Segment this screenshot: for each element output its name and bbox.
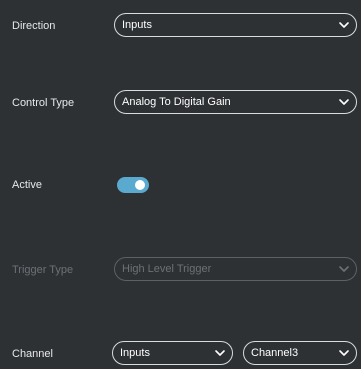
chevron-down-icon <box>339 22 349 28</box>
trigger-type-label: Trigger Type <box>12 264 74 276</box>
direction-label: Direction <box>12 20 56 32</box>
active-row: Active <box>0 172 361 198</box>
control-type-select[interactable]: Analog To Digital Gain <box>114 90 357 114</box>
channel-select[interactable]: Channel3 <box>243 341 357 365</box>
channel-label: Channel <box>12 348 53 360</box>
chevron-down-icon <box>339 99 349 105</box>
channel-row: Channel Inputs Channel3 <box>0 341 361 367</box>
trigger-type-select-value: High Level Trigger <box>122 263 212 275</box>
trigger-type-select[interactable]: High Level Trigger <box>114 257 357 281</box>
active-toggle[interactable] <box>117 177 149 193</box>
toggle-knob <box>135 180 145 190</box>
direction-row: Direction Inputs <box>0 13 361 39</box>
control-type-label: Control Type <box>12 97 75 109</box>
chevron-down-icon <box>339 350 349 356</box>
direction-select-value: Inputs <box>122 19 152 31</box>
chevron-down-icon <box>215 350 225 356</box>
chevron-down-icon <box>339 266 349 272</box>
control-type-row: Control Type Analog To Digital Gain <box>0 90 361 116</box>
channel-select-value: Channel3 <box>251 347 299 359</box>
control-type-select-value: Analog To Digital Gain <box>122 96 231 108</box>
active-label: Active <box>12 179 42 191</box>
channel-direction-select[interactable]: Inputs <box>112 341 233 365</box>
direction-select[interactable]: Inputs <box>114 13 357 37</box>
trigger-type-row: Trigger Type High Level Trigger <box>0 257 361 283</box>
channel-direction-select-value: Inputs <box>120 347 150 359</box>
